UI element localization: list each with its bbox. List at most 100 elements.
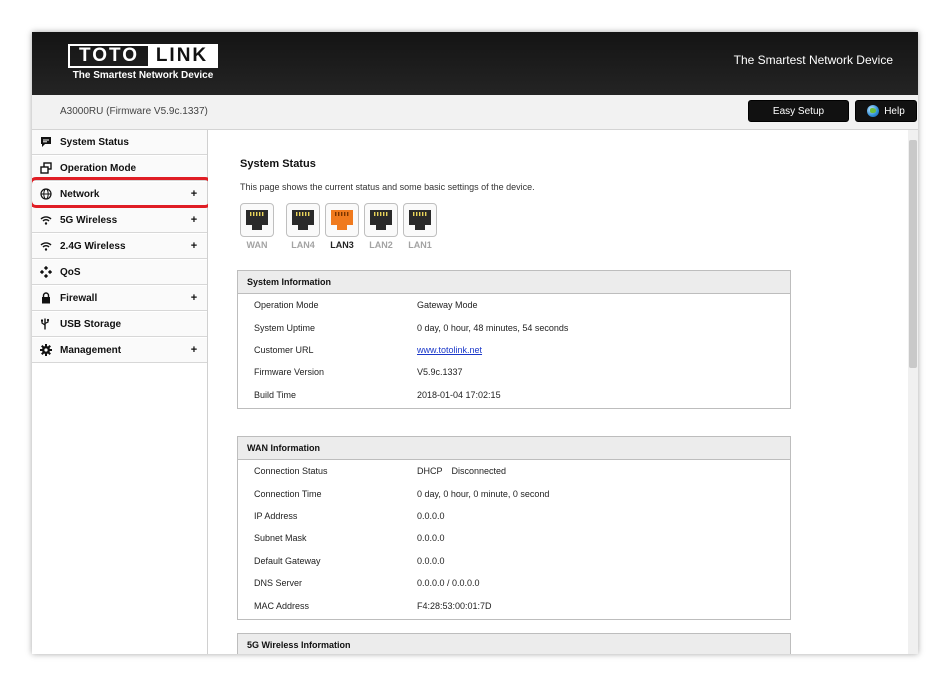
port-lan3: LAN3 xyxy=(325,203,359,250)
windows-icon xyxy=(40,162,52,174)
port-wan: WAN xyxy=(240,203,274,250)
router-admin-window: TOTO LINK The Smartest Network Device Th… xyxy=(32,32,918,654)
sidebar-item-label: Firewall xyxy=(60,292,98,304)
system-information-panel: System Information Operation Mode Gatewa… xyxy=(237,270,791,409)
port-label: WAN xyxy=(246,240,268,250)
info-key: Firmware Version xyxy=(254,367,325,378)
info-key: Customer URL xyxy=(254,344,314,355)
info-row: Customer URL www.totolink.net xyxy=(238,339,790,361)
usb-icon xyxy=(40,318,52,330)
expand-plus-icon[interactable]: + xyxy=(181,240,207,252)
header-slogan: The Smartest Network Device xyxy=(733,53,893,67)
header-bar: TOTO LINK The Smartest Network Device Th… xyxy=(32,32,918,95)
wifi-icon xyxy=(40,240,52,252)
info-row: Connection Status DHCP Disconnected xyxy=(238,460,790,482)
sidebar-item-label: 2.4G Wireless xyxy=(60,240,126,252)
sidebar-item-system-status[interactable]: System Status xyxy=(32,130,207,155)
5g-wireless-information-panel: 5G Wireless Information xyxy=(237,633,791,654)
ethernet-port-icon xyxy=(240,203,274,237)
info-row: MAC Address F4:28:53:00:01:7D xyxy=(238,594,790,616)
info-key: Build Time xyxy=(254,389,297,400)
port-label: LAN3 xyxy=(330,240,354,250)
sidebar-item-5g-wireless[interactable]: 5G Wireless + xyxy=(32,208,207,233)
port-label: LAN2 xyxy=(369,240,393,250)
help-button[interactable]: Help xyxy=(855,100,917,122)
info-key: Default Gateway xyxy=(254,555,321,566)
info-value: 2018-01-04 17:02:15 xyxy=(417,389,501,400)
sidebar-menu: System Status Operation Mode Network + 5… xyxy=(32,130,212,654)
info-row: Firmware Version V5.9c.1337 xyxy=(238,361,790,383)
easy-setup-label: Easy Setup xyxy=(772,105,825,117)
help-label: Help xyxy=(884,105,905,117)
ethernet-port-active-icon xyxy=(325,203,359,237)
info-value: www.totolink.net xyxy=(417,345,790,355)
totolink-logo: TOTO LINK xyxy=(68,44,218,68)
info-value: Gateway Mode xyxy=(417,300,478,311)
info-key: MAC Address xyxy=(254,600,310,611)
info-value: 0.0.0.0 / 0.0.0.0 xyxy=(417,578,480,589)
sidebar-item-usb-storage[interactable]: USB Storage xyxy=(32,312,207,337)
sidebar-item-firewall[interactable]: Firewall + xyxy=(32,286,207,311)
wifi-icon xyxy=(40,214,52,226)
lock-icon xyxy=(40,292,52,304)
port-label: LAN1 xyxy=(408,240,432,250)
info-row: Build Time 2018-01-04 17:02:15 xyxy=(238,384,790,406)
connection-state: Disconnected xyxy=(451,466,507,477)
network-highlight-annotation xyxy=(32,177,212,208)
info-value: V5.9c.1337 xyxy=(417,367,463,378)
info-value: F4:28:53:00:01:7D xyxy=(417,600,492,611)
content-scrollbar[interactable] xyxy=(908,130,918,654)
info-key: Connection Time xyxy=(254,488,322,499)
info-row: System Uptime 0 day, 0 hour, 48 minutes,… xyxy=(238,316,790,338)
page-description: This page shows the current status and s… xyxy=(240,182,535,192)
section-title: System Information xyxy=(238,271,790,294)
info-key: System Uptime xyxy=(254,322,316,333)
info-value: 0.0.0.0 xyxy=(417,510,445,521)
sidebar-item-label: Management xyxy=(60,344,122,356)
info-value: 0.0.0.0 xyxy=(417,533,445,544)
expand-plus-icon[interactable]: + xyxy=(181,214,207,226)
info-value: 0 day, 0 hour, 48 minutes, 54 seconds xyxy=(417,322,569,333)
expand-plus-icon[interactable]: + xyxy=(181,344,207,356)
port-lan1: LAN1 xyxy=(403,203,437,250)
easy-setup-button[interactable]: Easy Setup xyxy=(748,100,849,122)
ethernet-port-icon xyxy=(403,203,437,237)
gear-icon xyxy=(40,344,52,356)
section-title: WAN Information xyxy=(238,437,790,460)
sidebar-item-qos[interactable]: QoS xyxy=(32,260,207,285)
info-row: DNS Server 0.0.0.0 / 0.0.0.0 xyxy=(238,572,790,594)
page-title: System Status xyxy=(240,158,316,170)
sidebar-item-label: USB Storage xyxy=(60,318,122,330)
main-content: System Status This page shows the curren… xyxy=(208,130,907,654)
scrollbar-thumb[interactable] xyxy=(909,140,917,368)
sidebar-item-24g-wireless[interactable]: 2.4G Wireless + xyxy=(32,234,207,259)
diamond-arrows-icon xyxy=(40,266,52,278)
info-key: Operation Mode xyxy=(254,300,319,311)
logo-text-right: LINK xyxy=(148,45,216,66)
sidebar-item-label: Operation Mode xyxy=(60,162,137,174)
chat-bubble-icon xyxy=(40,136,52,148)
logo-tagline: The Smartest Network Device xyxy=(72,70,214,81)
ethernet-port-icon xyxy=(364,203,398,237)
info-value: 0.0.0.0 xyxy=(417,555,445,566)
info-key: Connection Status xyxy=(254,466,328,477)
sidebar-item-label: QoS xyxy=(60,266,81,278)
sidebar-item-label: System Status xyxy=(60,136,129,148)
info-value: DHCP Disconnected xyxy=(417,466,790,476)
info-key: IP Address xyxy=(254,510,298,521)
info-key: Subnet Mask xyxy=(254,533,307,544)
port-lan2: LAN2 xyxy=(364,203,398,250)
port-lan4: LAN4 xyxy=(286,203,320,250)
info-row: Subnet Mask 0.0.0.0 xyxy=(238,527,790,549)
connection-type: DHCP xyxy=(417,466,443,477)
help-globe-icon xyxy=(867,105,880,117)
info-row: Default Gateway 0.0.0.0 xyxy=(238,550,790,572)
ethernet-port-icon xyxy=(286,203,320,237)
model-bar: A3000RU (Firmware V5.9c.1337) Easy Setup… xyxy=(32,95,918,130)
sidebar-item-management[interactable]: Management + xyxy=(32,338,207,363)
expand-plus-icon[interactable]: + xyxy=(181,292,207,304)
info-key: DNS Server xyxy=(254,578,303,589)
info-row: Connection Time 0 day, 0 hour, 0 minute,… xyxy=(238,482,790,504)
model-firmware-label: A3000RU (Firmware V5.9c.1337) xyxy=(60,106,208,117)
customer-url-link[interactable]: www.totolink.net xyxy=(417,345,482,355)
